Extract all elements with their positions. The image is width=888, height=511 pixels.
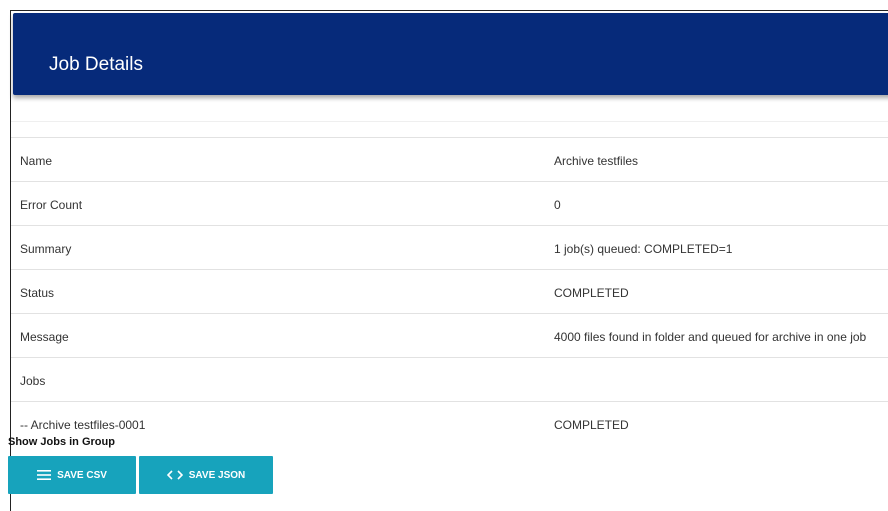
save-json-label: SAVE JSON [188, 469, 246, 481]
detail-row-subjob: -- Archive testfiles-0001 COMPLETED [11, 401, 888, 446]
detail-value: 0 [554, 198, 561, 212]
job-details-panel: Job Details Name Archive testfiles Error… [10, 10, 888, 511]
list-icon [37, 470, 52, 480]
detail-key: Name [20, 154, 53, 168]
show-jobs-in-group-label: Show Jobs in Group [8, 436, 115, 448]
detail-key: -- Archive testfiles-0001 [20, 418, 146, 432]
save-csv-label: SAVE CSV [57, 469, 107, 481]
detail-value: 4000 files found in folder and queued fo… [554, 330, 867, 344]
detail-key: Error Count [20, 198, 83, 212]
detail-value: COMPLETED [554, 418, 629, 432]
details-table-top [11, 121, 888, 138]
detail-row-error-count: Error Count 0 [11, 181, 888, 226]
detail-key: Status [20, 286, 55, 300]
detail-row-message: Message 4000 files found in folder and q… [11, 313, 888, 358]
detail-value: 1 job(s) queued: COMPLETED=1 [554, 242, 733, 256]
code-icon [166, 470, 183, 480]
detail-row-name: Name Archive testfiles [11, 137, 888, 182]
detail-key: Message [20, 330, 69, 344]
detail-row-status: Status COMPLETED [11, 269, 888, 314]
detail-key: Jobs [20, 374, 46, 388]
page-title: Job Details [49, 54, 143, 75]
detail-key: Summary [20, 242, 72, 256]
detail-row-summary: Summary 1 job(s) queued: COMPLETED=1 [11, 225, 888, 270]
detail-value: COMPLETED [554, 286, 629, 300]
save-json-button[interactable]: SAVE JSON [139, 456, 273, 494]
header-bar: Job Details [13, 13, 888, 95]
detail-row-jobs: Jobs [11, 357, 888, 402]
detail-value: Archive testfiles [554, 154, 639, 168]
save-csv-button[interactable]: SAVE CSV [8, 456, 136, 494]
